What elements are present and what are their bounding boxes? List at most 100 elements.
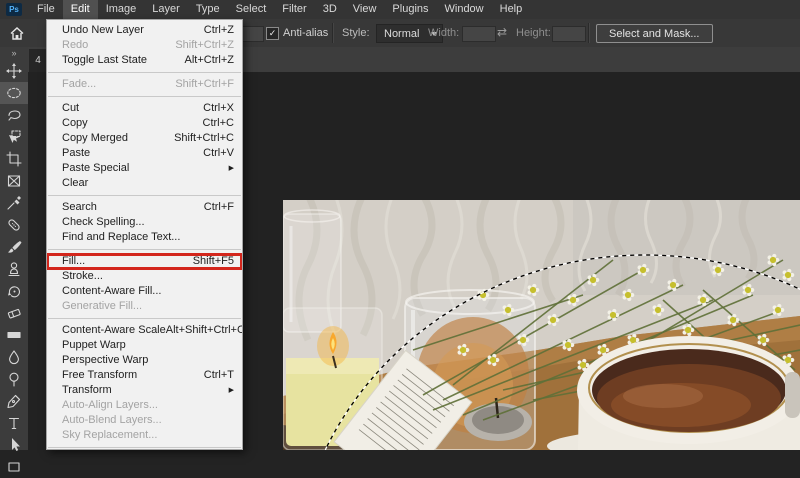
object-selection-tool[interactable] bbox=[0, 126, 28, 148]
blur-tool[interactable] bbox=[0, 346, 28, 368]
edit-menu-item-cut[interactable]: Cut Ctrl+X bbox=[47, 101, 242, 116]
menu-separator bbox=[48, 72, 241, 73]
spot-healing-brush-tool[interactable] bbox=[0, 214, 28, 236]
eyedropper-icon bbox=[7, 196, 21, 210]
menu-edit[interactable]: Edit bbox=[62, 0, 98, 19]
edit-menu-item-fade: Fade... Shift+Ctrl+F bbox=[47, 77, 242, 92]
menu-item-label: Content-Aware Scale bbox=[62, 324, 166, 336]
edit-menu-item-sky-replacement: Sky Replacement... bbox=[47, 428, 242, 443]
menu-item-label: Paste bbox=[62, 147, 91, 159]
menu-layer[interactable]: Layer bbox=[144, 0, 188, 19]
edit-menu-item-search[interactable]: Search Ctrl+F bbox=[47, 200, 242, 215]
elliptical-marquee-tool[interactable] bbox=[0, 82, 28, 104]
menu-separator bbox=[48, 96, 241, 97]
menu-3d[interactable]: 3D bbox=[315, 0, 345, 19]
edit-menu-item-content-aware-scale[interactable]: Content-Aware Scale Alt+Shift+Ctrl+C bbox=[47, 323, 242, 338]
swap-dimensions-icon[interactable]: ⇄ bbox=[497, 25, 507, 39]
edit-menu-item-perspective-warp[interactable]: Perspective Warp bbox=[47, 353, 242, 368]
menu-item-label: Content-Aware Fill... bbox=[62, 285, 162, 297]
edit-menu-item-free-transform[interactable]: Free Transform Ctrl+T bbox=[47, 368, 242, 383]
select-and-mask-button[interactable]: Select and Mask... bbox=[596, 24, 713, 43]
menu-window[interactable]: Window bbox=[437, 0, 492, 19]
edit-menu-item-content-aware-fill[interactable]: Content-Aware Fill... bbox=[47, 284, 242, 299]
pen-tool[interactable] bbox=[0, 390, 28, 412]
photo-canvas[interactable] bbox=[283, 200, 800, 450]
edit-menu-item-stroke[interactable]: Stroke... bbox=[47, 269, 242, 284]
edit-menu-item-fill[interactable]: Fill... Shift+F5 bbox=[47, 253, 242, 270]
move-tool[interactable] bbox=[0, 60, 28, 82]
menu-select[interactable]: Select bbox=[228, 0, 275, 19]
gradient-tool[interactable] bbox=[0, 324, 28, 346]
type-icon bbox=[8, 417, 20, 430]
menu-filter[interactable]: Filter bbox=[274, 0, 314, 19]
menu-plugins[interactable]: Plugins bbox=[384, 0, 436, 19]
crop-tool[interactable] bbox=[0, 148, 28, 170]
menu-type[interactable]: Type bbox=[188, 0, 228, 19]
menu-item-shortcut: Ctrl+F bbox=[203, 201, 234, 213]
edit-menu-dropdown: Undo New Layer Ctrl+Z Redo Shift+Ctrl+Z Togg… bbox=[46, 19, 243, 450]
submenu-arrow-icon: ▶ bbox=[228, 165, 234, 172]
menu-image[interactable]: Image bbox=[98, 0, 145, 19]
divider bbox=[332, 23, 334, 43]
anti-alias-label: Anti-alias bbox=[283, 27, 329, 39]
lasso-tool[interactable] bbox=[0, 104, 28, 126]
width-input[interactable] bbox=[462, 26, 496, 42]
menu-item-label: Find and Replace Text... bbox=[62, 231, 181, 243]
edit-menu-item-paste-special[interactable]: Paste Special ▶ bbox=[47, 161, 242, 176]
dodge-tool[interactable] bbox=[0, 368, 28, 390]
brush-tool[interactable] bbox=[0, 236, 28, 258]
menu-item-label: Redo bbox=[62, 39, 89, 51]
menu-item-shortcut: Ctrl+T bbox=[203, 369, 234, 381]
brush-icon bbox=[8, 241, 22, 253]
menu-view[interactable]: View bbox=[345, 0, 385, 19]
type-tool[interactable] bbox=[0, 412, 28, 434]
menu-item-label: Generative Fill... bbox=[62, 300, 143, 312]
edit-menu-item-find-and-replace-text[interactable]: Find and Replace Text... bbox=[47, 230, 242, 245]
menu-item-shortcut: Shift+Ctrl+C bbox=[174, 132, 234, 144]
menu-file[interactable]: File bbox=[29, 0, 63, 19]
menu-item-label: Puppet Warp bbox=[62, 339, 126, 351]
edit-menu-item-undo-new-layer[interactable]: Undo New Layer Ctrl+Z bbox=[47, 23, 242, 38]
edit-menu-item-toggle-last-state[interactable]: Toggle Last State Alt+Ctrl+Z bbox=[47, 53, 242, 68]
menu-separator bbox=[48, 447, 241, 448]
dodge-icon bbox=[9, 372, 19, 387]
edit-menu-item-check-spelling[interactable]: Check Spelling... bbox=[47, 215, 242, 230]
expand-panel-icon[interactable]: » bbox=[0, 47, 28, 60]
rectangle-icon bbox=[8, 462, 20, 472]
menu-item-shortcut: Ctrl+Z bbox=[203, 24, 234, 36]
rectangle-tool[interactable] bbox=[0, 456, 28, 478]
edit-menu-item-clear[interactable]: Clear bbox=[47, 176, 242, 191]
menu-help[interactable]: Help bbox=[492, 0, 531, 19]
menu-item-label: Free Transform bbox=[62, 369, 138, 381]
edit-menu-item-auto-align-layers: Auto-Align Layers... bbox=[47, 398, 242, 413]
frame-tool[interactable] bbox=[0, 170, 28, 192]
menu-bar: Ps File Edit Image Layer Type Select Filter 3D V… bbox=[0, 0, 800, 19]
height-label: Height: bbox=[516, 27, 551, 39]
menu-item-shortcut: Shift+Ctrl+Z bbox=[175, 39, 234, 51]
path-selection-tool[interactable] bbox=[0, 434, 28, 456]
eyedropper-tool[interactable] bbox=[0, 192, 28, 214]
menu-separator bbox=[48, 195, 241, 196]
tools-panel: » bbox=[0, 47, 28, 472]
pen-icon bbox=[7, 394, 21, 409]
edit-menu-item-puppet-warp[interactable]: Puppet Warp bbox=[47, 338, 242, 353]
history-brush-tool[interactable] bbox=[0, 280, 28, 302]
document-tab[interactable]: 4 bbox=[29, 49, 47, 72]
move-icon bbox=[6, 63, 22, 79]
anti-alias-checkbox[interactable]: ✓ bbox=[266, 27, 279, 40]
path-selection-icon bbox=[12, 438, 20, 451]
edit-menu-item-transform[interactable]: Transform ▶ bbox=[47, 383, 242, 398]
menu-item-label: Toggle Last State bbox=[62, 54, 148, 66]
clone-stamp-tool[interactable] bbox=[0, 258, 28, 280]
eraser-tool[interactable] bbox=[0, 302, 28, 324]
height-input[interactable] bbox=[552, 26, 586, 42]
home-icon[interactable] bbox=[8, 24, 26, 42]
lasso-icon bbox=[8, 110, 21, 121]
menu-item-label: Paste Special bbox=[62, 162, 130, 174]
edit-menu-item-copy-merged[interactable]: Copy Merged Shift+Ctrl+C bbox=[47, 131, 242, 146]
edit-menu-item-copy[interactable]: Copy Ctrl+C bbox=[47, 116, 242, 131]
menu-separator bbox=[48, 249, 241, 250]
blur-icon bbox=[9, 350, 19, 365]
menu-item-shortcut: Ctrl+X bbox=[203, 102, 234, 114]
edit-menu-item-paste[interactable]: Paste Ctrl+V bbox=[47, 146, 242, 161]
